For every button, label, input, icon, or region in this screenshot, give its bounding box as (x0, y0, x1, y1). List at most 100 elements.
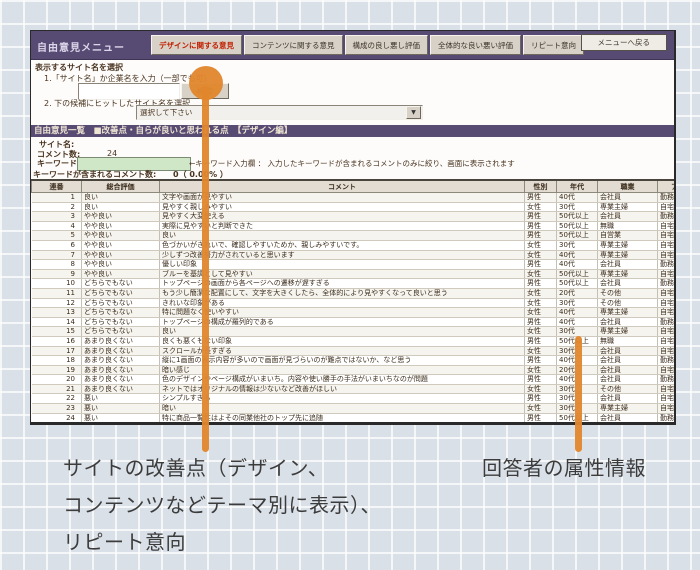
site-select-dropdown[interactable]: 選択して下さい ▼ (136, 105, 423, 120)
table-cell: 男性 (525, 356, 557, 366)
chevron-down-icon[interactable]: ▼ (406, 106, 421, 119)
table-row: 13どちらでもない特に問題なく使いやすい女性40代専業主婦自宅 (32, 308, 675, 318)
table-cell: 50代以上 (557, 221, 598, 231)
table-row: 11どちらでもないもう少し簡潔な配置にして、文字を大きくしたら、全体的により見や… (32, 288, 675, 298)
table-cell: 8 (32, 260, 82, 270)
table-cell: 30代 (557, 327, 598, 337)
table-cell: 自宅 (658, 346, 675, 356)
table-cell: 10 (32, 279, 82, 289)
table-cell: 50代以上 (557, 212, 598, 222)
table-cell: 男性 (525, 260, 557, 270)
table-cell: 自宅 (658, 336, 675, 346)
table-cell: 男性 (525, 193, 557, 203)
table-cell: やや良い (82, 240, 160, 250)
table-cell: 優しい印象 (160, 260, 525, 270)
table-cell: 9 (32, 269, 82, 279)
table-cell: 4 (32, 221, 82, 231)
table-cell: 会社員 (598, 356, 658, 366)
table-cell: 勤務先,自宅 (658, 356, 675, 366)
menu-title: 自由意見メニュー (37, 39, 125, 54)
nav-button-structure-rating[interactable]: 構成の良し悪し評価 (345, 35, 429, 55)
table-cell: 勤務先,自宅 (658, 279, 675, 289)
table-cell: 良くも悪くもない印象 (160, 336, 525, 346)
menu-bar: 自由意見メニュー デザインに関する意見 コンテンツに関する意見 構成の良し悪し評… (31, 31, 674, 60)
table-cell: 女性 (525, 288, 557, 298)
table-cell: 専業主婦 (598, 250, 658, 260)
table-cell: 縦に1画面の表示内容が多いので画面が見づらいのが難点ではないか、など思う (160, 356, 525, 366)
table-cell: 男性 (525, 317, 557, 327)
table-cell: 会社員 (598, 394, 658, 404)
table-cell: 自宅 (658, 240, 675, 250)
table-cell: 文字や画面が見やすい (160, 193, 525, 203)
table-cell: 14 (32, 317, 82, 327)
table-cell: やや良い (82, 221, 160, 231)
table-row: 5やや良い良い男性50代以上自営業自宅 (32, 231, 675, 241)
table-head: 連番総合評価コメント性別年代職業アクセス場所 (32, 181, 675, 193)
table-cell: 見やすく大変使える (160, 212, 525, 222)
table-cell: 自宅 (658, 221, 675, 231)
table-cell: 特に問題なく使いやすい (160, 308, 525, 318)
table-cell: どちらでもない (82, 327, 160, 337)
nav-button-content-opinions[interactable]: コンテンツに関する意見 (244, 35, 343, 55)
nav-button-repeat-intent[interactable]: リピート意向 (523, 35, 584, 55)
table-cell: シンプルすぎる (160, 394, 525, 404)
table-cell: 22 (32, 394, 82, 404)
table-cell: どちらでもない (82, 279, 160, 289)
nav-button-group: デザインに関する意見 コンテンツに関する意見 構成の良し悪し評価 全体的な良い悪… (151, 35, 584, 55)
table-cell: 女性 (525, 269, 557, 279)
table-cell: 17 (32, 346, 82, 356)
table-column-header: 性別 (525, 181, 557, 193)
table-cell: やや良い (82, 212, 160, 222)
table-cell: 暗い (160, 404, 525, 414)
callout-line-left (202, 86, 209, 452)
table-cell: トップページの構成が羅列的である (160, 317, 525, 327)
table-cell: 40代 (557, 250, 598, 260)
table-cell: その他 (598, 384, 658, 394)
table-cell: 3 (32, 212, 82, 222)
table-cell: 40代 (557, 260, 598, 270)
table-cell: あまり良くない (82, 356, 160, 366)
table-cell: あまり良くない (82, 384, 160, 394)
table-cell: 悪い (82, 404, 160, 414)
table-cell: どちらでもない (82, 308, 160, 318)
table-cell: やや良い (82, 231, 160, 241)
table-header-row: 連番総合評価コメント性別年代職業アクセス場所 (32, 181, 675, 193)
table-cell: 女性 (525, 250, 557, 260)
table-cell: 自営業 (598, 231, 658, 241)
nav-button-design-opinions[interactable]: デザインに関する意見 (151, 35, 242, 55)
table-cell: 男性 (525, 212, 557, 222)
table-cell: どちらでもない (82, 317, 160, 327)
table-cell: ブルーを基調として見やすい (160, 269, 525, 279)
table-cell: 自宅 (658, 365, 675, 375)
table-row: 8やや良い優しい印象男性40代会社員勤務先,自宅 (32, 260, 675, 270)
table-cell: 勤務先,自宅 (658, 212, 675, 222)
table-cell: 勤務先,自宅 (658, 260, 675, 270)
table-cell: 勤務先 (658, 375, 675, 385)
table-cell: 専業主婦 (598, 240, 658, 250)
table-column-header: 年代 (557, 181, 598, 193)
table-cell: 19 (32, 365, 82, 375)
keyword-hint-text: ←キーワード入力欄 ： 入力したキーワードが含まれるコメントのみに絞り、画面に表… (189, 158, 515, 169)
table-cell: どちらでもない (82, 298, 160, 308)
table-cell: 悪い (82, 394, 160, 404)
table-cell: 自宅 (658, 269, 675, 279)
keyword-label: キーワード: (37, 158, 80, 169)
back-to-menu-button[interactable]: メニューへ戻る (581, 34, 668, 51)
table-cell: 50代以上 (557, 269, 598, 279)
table-cell: 専業主婦 (598, 404, 658, 414)
table-cell: 色づかいがきれいで、確認しやすいためか、親しみやすいです。 (160, 240, 525, 250)
table-row: 9やや良いブルーを基調として見やすい女性50代以上専業主婦自宅 (32, 269, 675, 279)
nav-button-overall-rating[interactable]: 全体的な良い悪い評価 (430, 35, 521, 55)
table-cell: 専業主婦 (598, 269, 658, 279)
table-cell: 21 (32, 384, 82, 394)
table-cell: 男性 (525, 336, 557, 346)
caption-respondent-attributes: 回答者の属性情報 (482, 450, 646, 487)
table-cell: 20 (32, 375, 82, 385)
table-cell: 会社員 (598, 317, 658, 327)
table-column-header: 連番 (32, 181, 82, 193)
table-cell: 専業主婦 (598, 308, 658, 318)
table-cell: トップページの画面から各ページへの遷移が遅すぎる (160, 279, 525, 289)
site-select-value: 選択して下さい (137, 107, 406, 118)
table-cell: 男性 (525, 394, 557, 404)
table-cell: 40代 (557, 193, 598, 203)
